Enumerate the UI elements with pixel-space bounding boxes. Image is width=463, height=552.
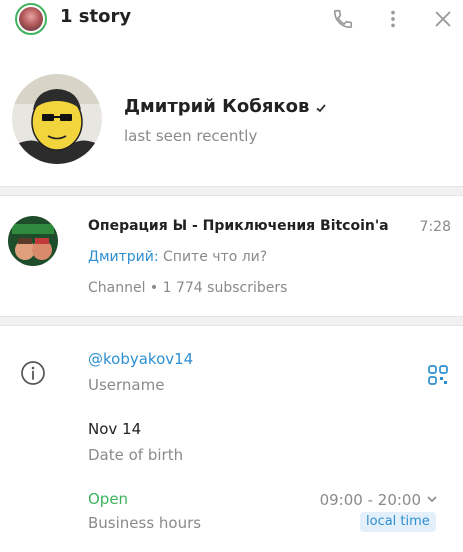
story-avatar[interactable] (15, 3, 47, 35)
message-author: Дмитрий (88, 249, 154, 265)
section-divider (0, 186, 463, 196)
info-section: @kobyakov14 Username Nov 14 Date of birt… (0, 327, 463, 552)
checkmark-icon (316, 104, 326, 113)
profile-avatar[interactable] (12, 74, 102, 164)
birthday-value: Nov 14 (88, 420, 142, 438)
business-hours-range: 09:00 - 20:00 (319, 491, 421, 509)
phone-icon[interactable] (332, 8, 354, 30)
message-text: Спите что ли? (163, 249, 268, 265)
profile-name: Дмитрий Кобяков (124, 96, 310, 117)
business-hours-label: Business hours (88, 514, 202, 532)
business-hours-value[interactable]: 09:00 - 20:00 (320, 491, 437, 509)
birthday-label: Date of birth (88, 446, 184, 464)
close-icon[interactable] (432, 8, 454, 30)
channel-title: Операция Ы - Приключения Bitcoin'a (88, 218, 389, 234)
profile-status: last seen recently (124, 127, 258, 145)
story-title: 1 story (60, 6, 132, 27)
profile-section: Дмитрий Кобяков last seen recently (0, 68, 463, 180)
business-status: Open (88, 490, 129, 508)
timezone-badge[interactable]: local time (360, 512, 436, 532)
info-icon (20, 360, 46, 386)
story-avatar-image (19, 7, 43, 31)
personal-channel[interactable]: Операция Ы - Приключения Bitcoin'a 7:28 … (0, 198, 463, 316)
section-divider (0, 316, 463, 326)
username-value[interactable]: @kobyakov14 (88, 350, 193, 368)
chevron-down-icon[interactable] (426, 493, 438, 505)
qr-code-icon[interactable] (427, 364, 449, 386)
channel-last-message-time: 7:28 (419, 219, 451, 235)
channel-last-message: Дмитрий: Спите что ли? (88, 249, 267, 265)
username-label: Username (88, 376, 165, 394)
channel-meta: Channel • 1 774 subscribers (88, 280, 288, 296)
story-header: 1 story (0, 0, 463, 40)
message-author-separator: : (153, 249, 164, 265)
channel-avatar (8, 216, 58, 266)
more-vertical-icon[interactable] (382, 8, 404, 30)
